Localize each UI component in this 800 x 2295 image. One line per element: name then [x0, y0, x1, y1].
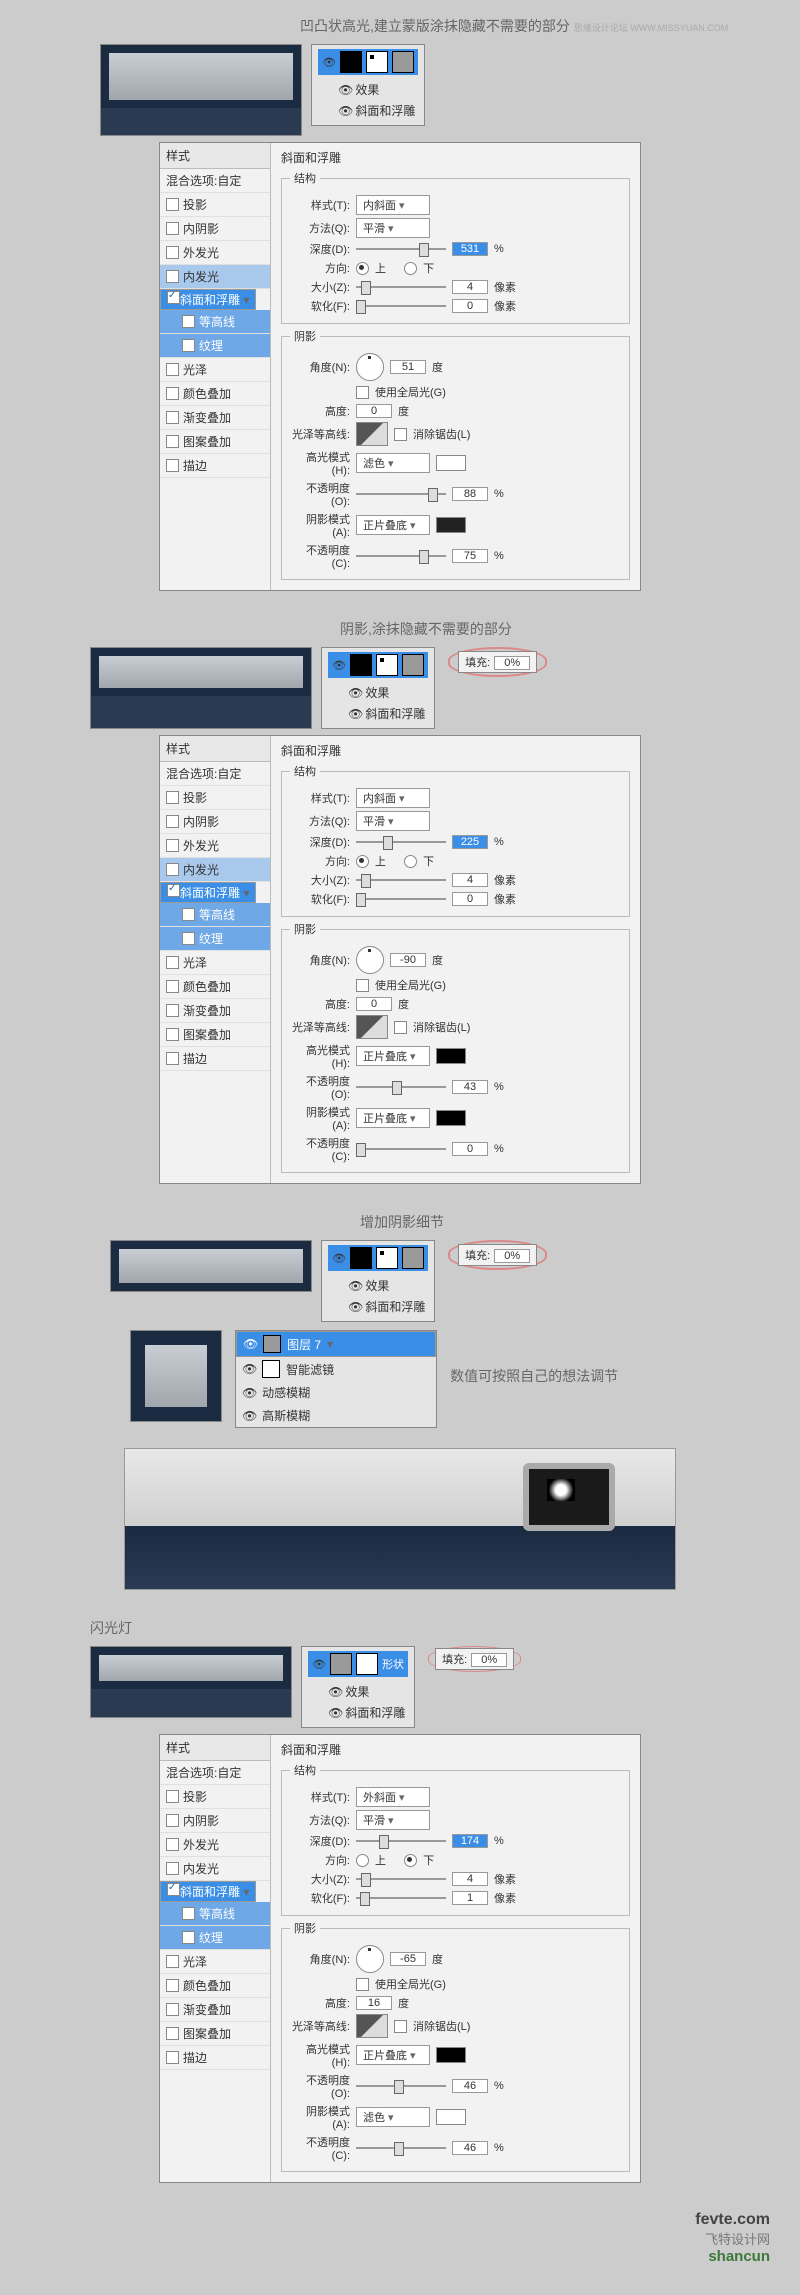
style-stroke[interactable]: 描边: [160, 454, 270, 478]
technique-select[interactable]: 平滑: [356, 218, 430, 238]
fill-highlight: 填充:0%: [448, 1240, 547, 1270]
style-inner-shadow[interactable]: 内阴影: [160, 217, 270, 241]
smart-filters-panel: 👁图层 7 👁智能滤镜 👁动感模糊 👁高斯模糊: [235, 1330, 437, 1428]
visibility-icon[interactable]: 👁: [348, 707, 362, 721]
layer-mask[interactable]: [366, 51, 388, 73]
section4-caption: 闪光灯: [90, 1620, 132, 1636]
preview-thumb-4: [90, 1646, 292, 1718]
layers-strip-4: 👁 形状 👁 效果 👁 斜面和浮雕: [301, 1646, 415, 1728]
visibility-icon[interactable]: 👁: [338, 83, 352, 97]
style-pattern-overlay[interactable]: 图案叠加: [160, 430, 270, 454]
depth-value[interactable]: 225: [452, 835, 488, 849]
gloss-contour[interactable]: [356, 422, 388, 446]
style-contour[interactable]: 等高线: [160, 310, 270, 334]
depth-value[interactable]: 531: [452, 242, 488, 256]
preview-thumb-3a: [110, 1240, 312, 1292]
fill-highlight: 填充:0%: [428, 1646, 521, 1672]
style-select[interactable]: 内斜面: [356, 788, 430, 808]
section2-caption: 阴影,涂抹隐藏不需要的部分: [340, 621, 512, 637]
style-color-overlay[interactable]: 颜色叠加: [160, 382, 270, 406]
style-gradient-overlay[interactable]: 渐变叠加: [160, 406, 270, 430]
highlight-color[interactable]: [436, 455, 466, 471]
layers-strip-1: 👁 👁 效果 👁 斜面和浮雕: [311, 44, 425, 126]
layer-style-panel-4: 样式 混合选项:自定 投影 内阴影 外发光 内发光 斜面和浮雕 等高线 纹理 光…: [159, 1734, 641, 2183]
structure-legend: 结构: [290, 170, 320, 186]
soften-value[interactable]: 0: [452, 299, 488, 313]
altitude-value[interactable]: 0: [356, 404, 392, 418]
shadow-opacity-slider[interactable]: [356, 555, 446, 557]
shadow-opacity-value[interactable]: 75: [452, 549, 488, 563]
layer-7-row[interactable]: 👁图层 7: [236, 1331, 436, 1357]
preview-thumb-2: [90, 647, 312, 729]
smart-filters-row[interactable]: 👁智能滤镜: [236, 1357, 436, 1381]
blend-options[interactable]: 混合选项:自定: [160, 169, 270, 193]
visibility-icon[interactable]: 👁: [348, 686, 362, 700]
antialias-check[interactable]: [394, 428, 407, 441]
style-inner-glow[interactable]: 内发光: [160, 265, 270, 289]
fx-effect-label: 效果: [355, 83, 379, 97]
visibility-icon[interactable]: 👁: [332, 659, 346, 672]
section1-caption: 凹凸状高光,建立蒙版涂抹隐藏不需要的部分: [300, 18, 570, 34]
size-value[interactable]: 4: [452, 280, 488, 294]
highlight-opacity-slider[interactable]: [356, 493, 446, 495]
soften-slider[interactable]: [356, 305, 446, 307]
fill-value[interactable]: 0%: [494, 656, 530, 670]
highlight-opacity-value[interactable]: 88: [452, 487, 488, 501]
shadow-color[interactable]: [436, 517, 466, 533]
style-drop-shadow[interactable]: 投影: [160, 193, 270, 217]
fill-highlight: 填充:0%: [448, 647, 547, 677]
fx-bevel-label: 斜面和浮雕: [355, 104, 415, 118]
shape-label: 形状: [382, 1656, 404, 1672]
style-texture[interactable]: 纹理: [160, 334, 270, 358]
layer-style-panel-1: 样式 混合选项:自定 投影 内阴影 外发光 内发光 斜面和浮雕 等高线 纹理 光…: [159, 142, 641, 591]
panel-title: 斜面和浮雕: [281, 149, 630, 166]
layers-strip-2: 👁 👁 效果 👁 斜面和浮雕: [321, 647, 435, 729]
gaussian-blur-row[interactable]: 👁高斯模糊: [236, 1404, 436, 1427]
layer-style-panel-2: 样式 混合选项:自定 投影 内阴影 外发光 内发光 斜面和浮雕 等高线 纹理 光…: [159, 735, 641, 1184]
depth-slider[interactable]: [356, 248, 446, 250]
section3-caption: 增加阴影细节: [360, 1214, 444, 1230]
preview-thumb-1: [100, 44, 302, 136]
technique-select[interactable]: 平滑: [356, 811, 430, 831]
layer-thumb[interactable]: [340, 51, 362, 73]
style-select[interactable]: 外斜面: [356, 1787, 430, 1807]
style-outer-glow[interactable]: 外发光: [160, 241, 270, 265]
watermark: 思缘设计论坛 WWW.MISSYUAN.COM: [574, 23, 729, 33]
global-light-check[interactable]: [356, 386, 369, 399]
angle-dial[interactable]: [356, 353, 384, 381]
angle-value[interactable]: 51: [390, 360, 426, 374]
footer-watermark: fevte.com 飞特设计网 shancun: [0, 2211, 800, 2265]
layer-mask[interactable]: [376, 654, 398, 676]
style-list: 样式 混合选项:自定 投影 内阴影 外发光 内发光 斜面和浮雕 等高线 纹理 光…: [160, 143, 271, 590]
motion-blur-row[interactable]: 👁动感模糊: [236, 1381, 436, 1404]
highlight-mode-select[interactable]: 滤色: [356, 453, 430, 473]
layer-swatch[interactable]: [402, 654, 424, 676]
shading-legend: 阴影: [290, 328, 320, 344]
style-select[interactable]: 内斜面: [356, 195, 430, 215]
style-satin[interactable]: 光泽: [160, 358, 270, 382]
camera-render: [124, 1448, 676, 1590]
preview-thumb-3b: [130, 1330, 222, 1422]
style-bevel[interactable]: 斜面和浮雕: [160, 289, 256, 310]
dir-down-radio[interactable]: [404, 262, 417, 275]
layer-swatch[interactable]: [392, 51, 414, 73]
shadow-mode-select[interactable]: 正片叠底: [356, 515, 430, 535]
style-header: 样式: [160, 143, 270, 169]
dir-up-radio[interactable]: [356, 262, 369, 275]
layers-strip-3: 👁 👁 效果 👁 斜面和浮雕: [321, 1240, 435, 1322]
visibility-icon[interactable]: 👁: [338, 104, 352, 118]
layer-thumb[interactable]: [350, 654, 372, 676]
section3-caption2: 数值可按照自己的想法调节: [450, 1336, 618, 1386]
visibility-icon[interactable]: 👁: [322, 56, 336, 69]
size-slider[interactable]: [356, 286, 446, 288]
